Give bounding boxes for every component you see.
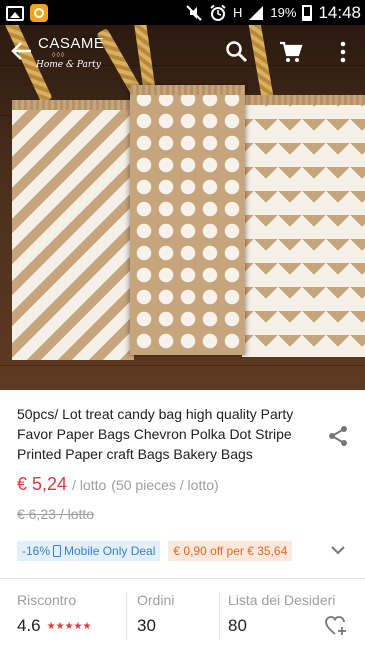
clock: 14:48 — [318, 2, 361, 22]
battery-icon — [302, 4, 313, 21]
orders-count: 30 — [137, 616, 156, 635]
add-to-wishlist-icon[interactable] — [324, 615, 348, 637]
mobile-phone-icon — [53, 545, 62, 557]
status-bar: H 19% 14:48 — [0, 0, 365, 25]
store-logo-tagline: Home & Party — [36, 60, 101, 70]
stat-divider — [219, 592, 220, 640]
chevron-bag — [242, 95, 365, 357]
orders-label: Ordini — [137, 592, 175, 608]
product-stats: Riscontro 4.6 ★★★★★ Ordini 30 Lista dei … — [0, 592, 365, 642]
chevron-down-icon[interactable] — [328, 541, 348, 559]
gallery-icon — [6, 5, 24, 21]
network-type-label: H — [233, 5, 243, 20]
striped-bag — [12, 100, 134, 360]
current-price: € 5,24 — [17, 474, 68, 494]
stat-divider — [126, 592, 127, 640]
feedback-label: Riscontro — [17, 592, 77, 608]
more-options-icon[interactable] — [330, 39, 356, 65]
aliexpress-notification-icon — [30, 4, 48, 22]
app-bar: CASAME ◊◊◊ Home & Party — [0, 25, 365, 81]
promotions-row: -16% Mobile Only Deal € 0,90 off per € 3… — [17, 541, 293, 561]
feedback-stat[interactable]: Riscontro 4.6 ★★★★★ — [17, 592, 91, 642]
store-logo-name: CASAME — [38, 35, 105, 52]
original-price: € 6,23 / lotto — [17, 506, 95, 522]
back-arrow-icon[interactable] — [8, 37, 36, 65]
mute-icon — [186, 4, 202, 21]
share-icon[interactable] — [326, 424, 350, 448]
wishlist-count: 80 — [228, 616, 247, 635]
search-icon[interactable] — [224, 39, 250, 65]
logo-ornament: ◊◊◊ — [52, 52, 66, 59]
price-unit: / lotto — [72, 477, 107, 493]
coupon-badge[interactable]: € 0,90 off per € 35,64 — [168, 541, 293, 561]
divider — [0, 578, 365, 579]
rating-stars: ★★★★★ — [46, 620, 92, 632]
store-logo[interactable]: CASAME ◊◊◊ Home & Party — [36, 35, 118, 75]
discount-percent: -16% — [22, 544, 51, 558]
feedback-rating: 4.6 — [17, 616, 41, 635]
signal-icon — [249, 5, 264, 20]
wishlist-stat[interactable]: Lista dei Desideri 80 — [228, 592, 335, 642]
polka-dot-bag — [130, 85, 245, 355]
pieces-per-lot: (50 pieces / lotto) — [111, 477, 219, 493]
alarm-icon — [210, 4, 226, 21]
product-title: 50pcs/ Lot treat candy bag high quality … — [17, 406, 294, 462]
mobile-deal-label: Mobile Only Deal — [64, 544, 156, 558]
orders-stat[interactable]: Ordini 30 — [137, 592, 174, 642]
wishlist-label: Lista dei Desideri — [228, 592, 336, 608]
mobile-deal-badge: -16% Mobile Only Deal — [17, 541, 161, 561]
cart-icon[interactable] — [278, 39, 304, 65]
battery-percent: 19% — [270, 5, 297, 20]
price-row: € 5,24 / lotto (50 pieces / lotto) — [17, 474, 219, 495]
